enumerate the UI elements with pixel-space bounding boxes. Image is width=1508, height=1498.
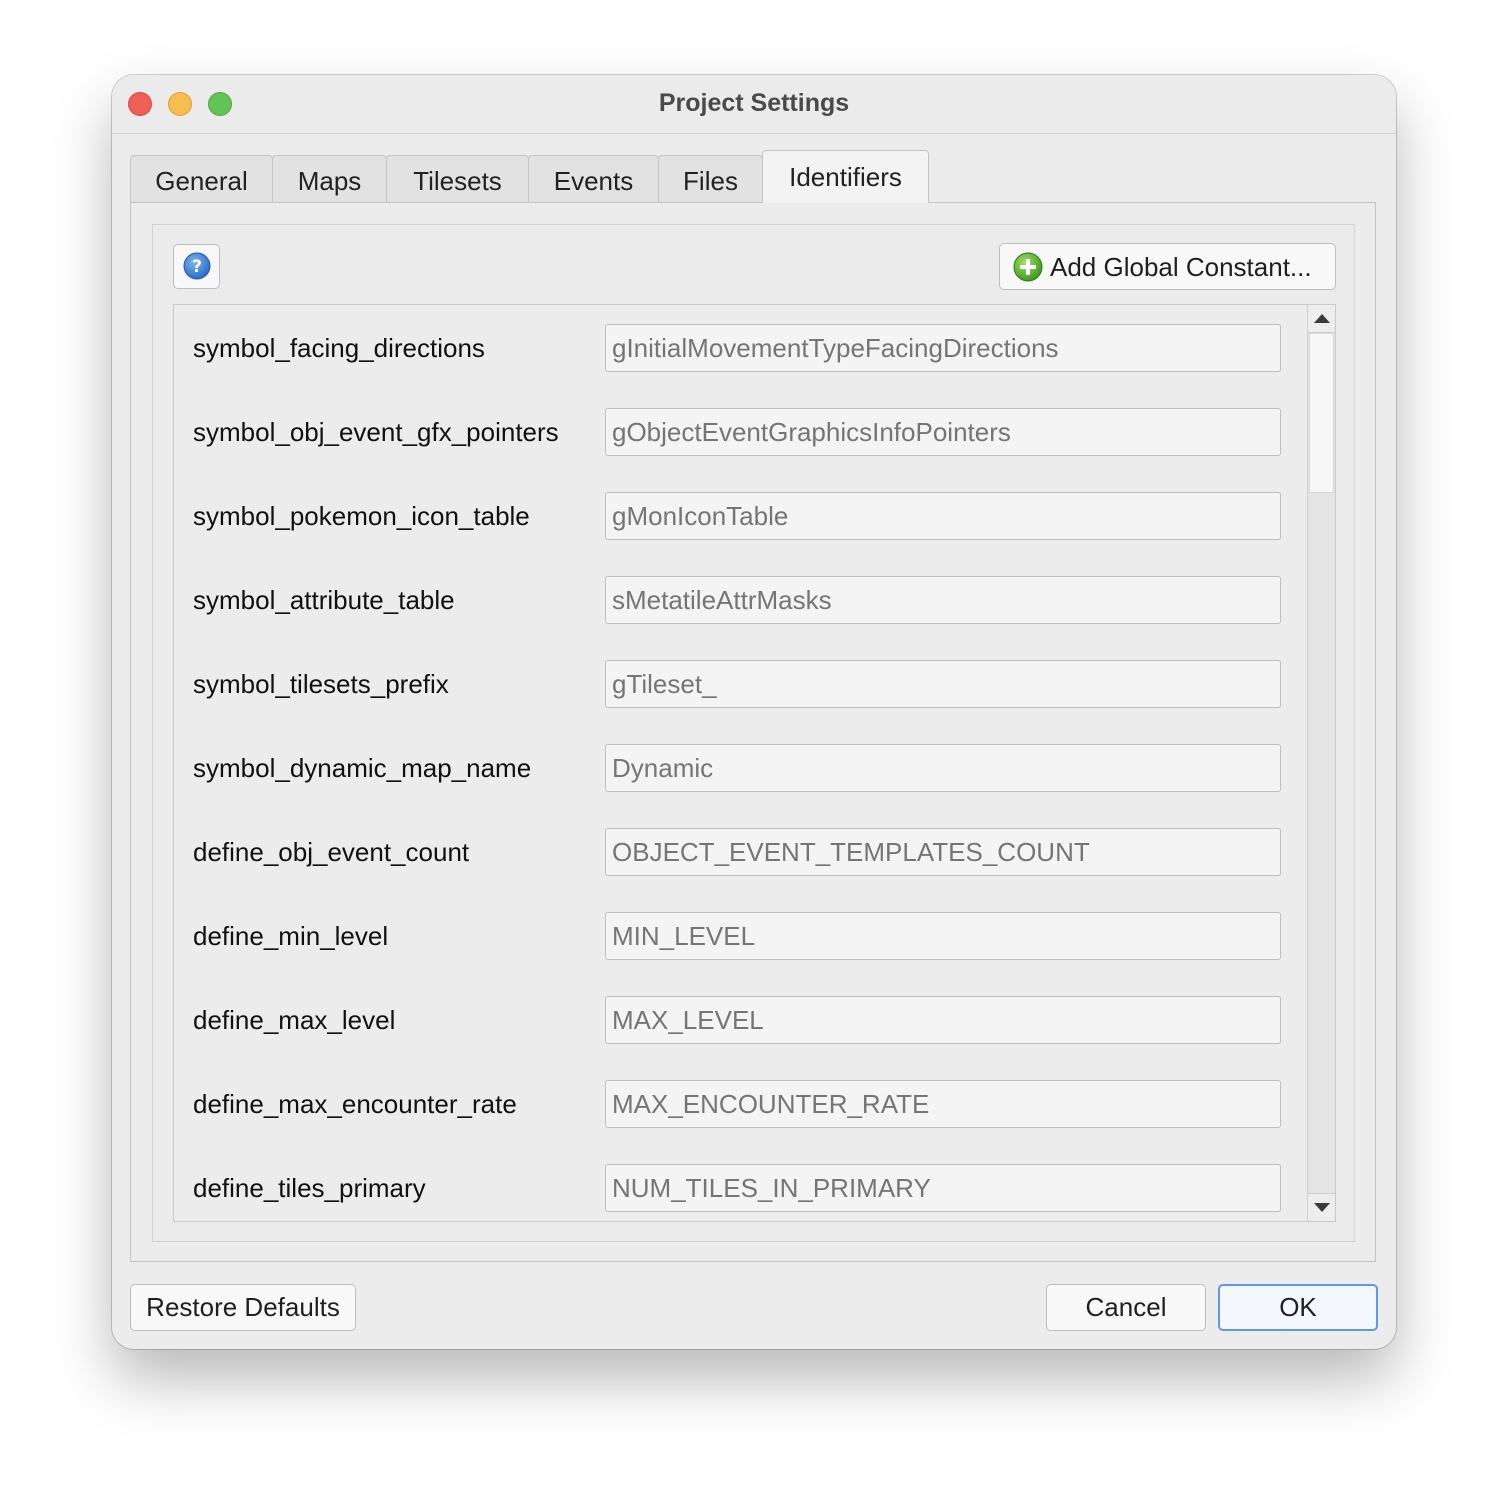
help-button[interactable]: ?: [173, 244, 220, 289]
identifier-row: define_obj_event_count: [174, 828, 1304, 876]
scroll-down-button[interactable]: [1308, 1193, 1335, 1221]
tab-events[interactable]: Events: [528, 155, 659, 203]
identifier-row: symbol_attribute_table: [174, 576, 1304, 624]
identifier-row: symbol_pokemon_icon_table: [174, 492, 1304, 540]
add-global-constant-label: Add Global Constant...: [1050, 252, 1312, 282]
add-global-constant-button[interactable]: Add Global Constant...: [999, 243, 1336, 290]
identifier-row: symbol_obj_event_gfx_pointers: [174, 408, 1304, 456]
identifier-label: define_obj_event_count: [193, 837, 470, 867]
identifier-input[interactable]: [605, 912, 1281, 960]
identifier-label: define_tiles_primary: [193, 1173, 426, 1203]
question-mark-icon: ?: [183, 252, 211, 280]
scroll-up-button[interactable]: [1308, 305, 1335, 333]
identifier-input[interactable]: [605, 1164, 1281, 1212]
arrow-up-icon: [1314, 314, 1330, 323]
identifier-label: symbol_pokemon_icon_table: [193, 501, 530, 531]
cancel-button[interactable]: Cancel: [1046, 1284, 1206, 1331]
identifier-input[interactable]: [605, 1080, 1281, 1128]
identifier-input[interactable]: [605, 324, 1281, 372]
tab-maps[interactable]: Maps: [272, 155, 387, 203]
svg-text:?: ?: [192, 257, 202, 277]
identifier-row: define_max_level: [174, 996, 1304, 1044]
arrow-down-icon: [1314, 1203, 1330, 1212]
identifiers-scroll-area[interactable]: symbol_facing_directions symbol_obj_even…: [173, 304, 1336, 1222]
ok-button[interactable]: OK: [1218, 1284, 1378, 1331]
identifier-label: symbol_facing_directions: [193, 333, 485, 363]
tab-general[interactable]: General: [130, 155, 273, 203]
identifier-row: symbol_dynamic_map_name: [174, 744, 1304, 792]
identifier-row: symbol_facing_directions: [174, 324, 1304, 372]
identifier-row: define_tiles_primary: [174, 1164, 1304, 1212]
identifier-label: symbol_obj_event_gfx_pointers: [193, 417, 559, 447]
identifiers-tab-pane: ? Add Global Constant... symbol_facing_d…: [130, 202, 1376, 1262]
vertical-scrollbar[interactable]: [1307, 305, 1335, 1221]
window-title: Project Settings: [658, 89, 850, 117]
identifier-input[interactable]: [605, 660, 1281, 708]
identifier-input[interactable]: [605, 744, 1281, 792]
identifier-label: symbol_tilesets_prefix: [193, 669, 449, 699]
identifier-row: define_max_encounter_rate: [174, 1080, 1304, 1128]
identifier-label: define_max_level: [193, 1005, 396, 1035]
identifier-label: symbol_attribute_table: [193, 585, 455, 615]
identifier-input[interactable]: [605, 492, 1281, 540]
identifier-row: symbol_tilesets_prefix: [174, 660, 1304, 708]
tab-identifiers[interactable]: Identifiers: [762, 150, 929, 203]
identifier-input[interactable]: [605, 996, 1281, 1044]
tab-tilesets[interactable]: Tilesets: [386, 155, 529, 203]
identifier-input[interactable]: [605, 828, 1281, 876]
identifier-row: define_min_level: [174, 912, 1304, 960]
identifier-input[interactable]: [605, 408, 1281, 456]
scroll-thumb[interactable]: [1309, 333, 1334, 493]
plus-circle-icon: [1013, 252, 1043, 282]
identifiers-group: ? Add Global Constant... symbol_facing_d…: [152, 224, 1355, 1242]
restore-defaults-button[interactable]: Restore Defaults: [130, 1284, 356, 1331]
identifier-label: define_max_encounter_rate: [193, 1089, 517, 1119]
tab-files[interactable]: Files: [658, 155, 763, 203]
title-bar: Project Settings: [112, 75, 1396, 134]
project-settings-window: Project Settings General Maps Tilesets E…: [112, 75, 1396, 1349]
identifier-input[interactable]: [605, 576, 1281, 624]
identifier-label: symbol_dynamic_map_name: [193, 753, 532, 783]
identifier-label: define_min_level: [193, 921, 389, 951]
